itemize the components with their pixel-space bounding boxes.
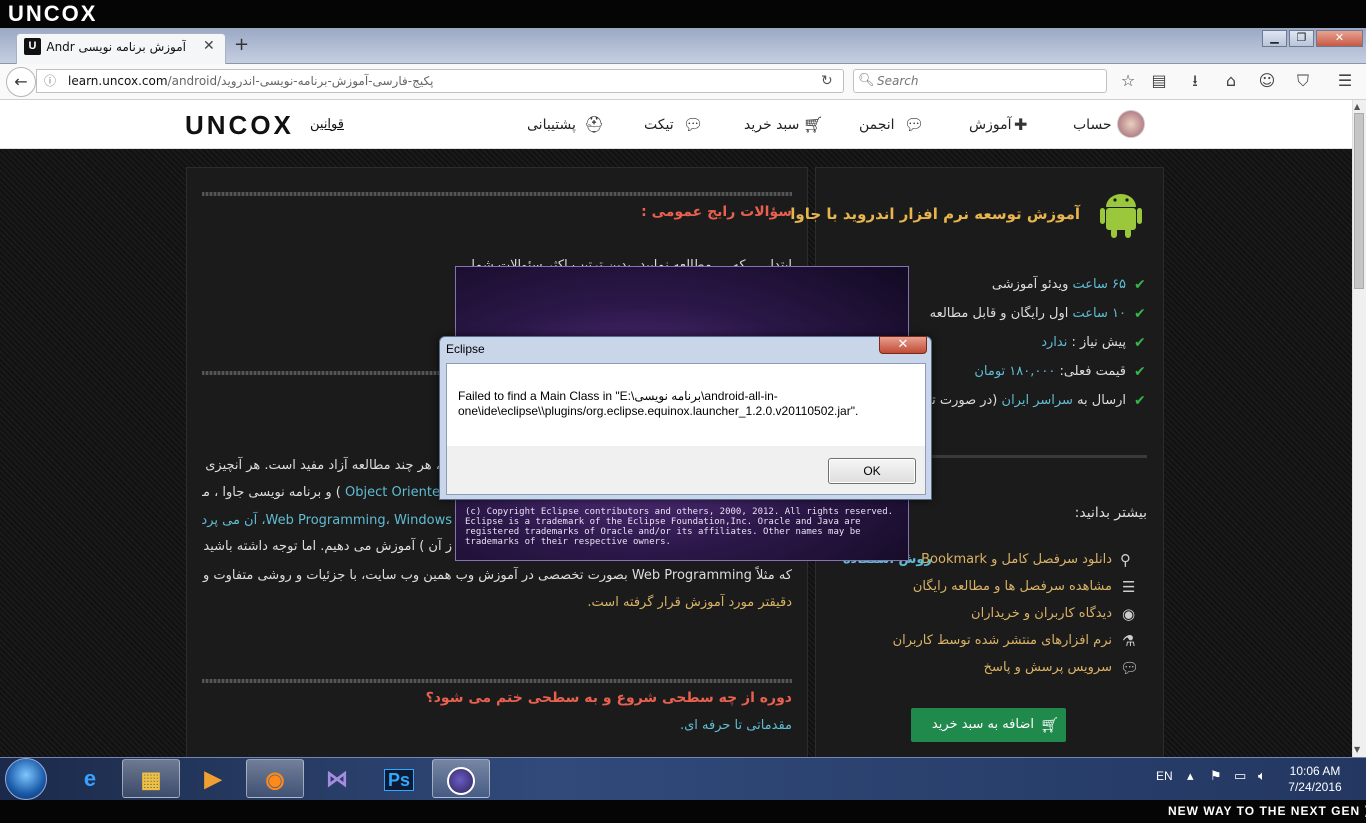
splash-copyright: (c) Copyright Eclipse contributors and o… (465, 507, 894, 547)
puzzle-icon: ✚ (1014, 115, 1028, 134)
feature-5: ارسال به سراسر ایران (در صورت تما (920, 393, 1126, 408)
faq-answer-2: مقدماتی تا حرفه ای. (679, 718, 792, 733)
volume-icon[interactable]: 🔈︎ (1258, 769, 1266, 785)
dialog-title: Eclipse (446, 342, 485, 356)
taskbar-clock[interactable]: 10:06 AM 7/24/2016 (1279, 763, 1351, 795)
rss-icon: ◉ (1122, 605, 1136, 623)
site-logo[interactable]: UNCOX (185, 110, 294, 140)
divider (202, 679, 792, 683)
windows-start-icon[interactable] (5, 758, 47, 800)
network-icon[interactable]: ▭ (1234, 769, 1246, 785)
window-close-button[interactable]: ✕ (1316, 30, 1363, 47)
feature-4: قیمت فعلی: ۱۸۰,۰۰۰ تومان (974, 364, 1126, 379)
lifebuoy-icon: ⛑ (584, 115, 605, 134)
dialog-message: Failed to find a Main Class in "E:\برنام… (458, 389, 859, 418)
check-icon: ✔ (1134, 364, 1146, 380)
avatar[interactable] (1117, 110, 1145, 138)
scroll-down-icon[interactable]: ▼ (1354, 745, 1360, 755)
language-indicator[interactable]: EN (1156, 768, 1173, 784)
nav-cart[interactable]: سبد خرید (744, 115, 799, 135)
uncox-brand-logo: UNCOX (8, 1, 98, 26)
chat-icon[interactable]: ☺ (1256, 70, 1278, 92)
dialog-close-button[interactable]: ✕ (879, 336, 927, 354)
faq-para-line-4: ز آن ) آموزش می دهیم. اما توجه داشته باش… (203, 539, 452, 554)
flask-icon: ⚗ (1122, 632, 1136, 650)
photoshop-icon[interactable]: Ps (370, 759, 428, 798)
site-info-icon[interactable]: ⓘ (44, 72, 56, 90)
faq-para-en: Object Oriente (345, 485, 440, 500)
scroll-up-icon[interactable]: ▲ (1354, 102, 1360, 112)
eclipse-icon[interactable] (432, 759, 490, 798)
feature-3: پیش نیاز : ندارد (1041, 335, 1126, 350)
faq-heading: سؤالات رایج عمومی : (641, 204, 792, 220)
new-tab-icon[interactable]: + (234, 35, 249, 55)
uncox-favicon-icon: U (24, 38, 41, 55)
action-center-flag-icon[interactable]: ⚑ (1210, 769, 1222, 785)
more-link-5[interactable]: سرویس پرسش و پاسخ (880, 658, 1112, 678)
scrollbar-thumb[interactable] (1354, 113, 1364, 289)
top-brand-strip (0, 0, 1366, 28)
faq-question-2: دوره از چه سطحی شروع و به سطحی ختم می شو… (425, 690, 792, 706)
search-icon: 🔍︎ (858, 73, 875, 88)
url-path: /android/پکیج-فارسی-آموزش-برنامه-نویسی-ا… (167, 74, 434, 88)
rules-link[interactable]: قوانین (310, 116, 344, 134)
bookmark-star-icon[interactable]: ☆ (1117, 70, 1139, 92)
window-minimize-button[interactable]: ▁ (1262, 30, 1287, 47)
add-to-cart-label: اضافه به سبد خرید (931, 717, 1034, 732)
reading-list-icon[interactable]: ▤ (1148, 70, 1170, 92)
file-explorer-icon[interactable]: ▦ (122, 759, 180, 798)
reload-icon[interactable]: ↻ (821, 71, 833, 91)
nav-forum[interactable]: انجمن (859, 115, 895, 135)
download-icon[interactable]: ⭳ (1184, 70, 1206, 92)
more-link-4[interactable]: نرم افزارهای منتشر شده توسط کاربران (880, 631, 1112, 651)
home-icon[interactable]: ⌂ (1220, 70, 1242, 92)
back-arrow-icon[interactable]: ← (6, 67, 36, 97)
divider (202, 192, 792, 196)
nav-ticket[interactable]: تیکت (644, 115, 674, 135)
media-player-icon[interactable]: ▶ (184, 759, 242, 798)
search-input[interactable] (877, 73, 1077, 90)
faq-para-line-5: که مثلاً Web Programming بصورت تخصصی در … (202, 568, 792, 583)
visual-studio-icon[interactable]: ⋈ (308, 759, 366, 798)
more-link-2[interactable]: مشاهده سرفصل ها و مطالعه رایگان (880, 577, 1112, 597)
check-icon: ✔ (1134, 335, 1146, 351)
internet-explorer-icon[interactable]: e (61, 759, 119, 798)
menu-icon[interactable]: ☰ (1334, 70, 1356, 92)
faq-para-line-3: Web Programming، Windows، آن می پردازیم (202, 513, 452, 528)
url-text[interactable]: learn.uncox.com/android/پکیج-فارسی-آموزش… (68, 73, 433, 90)
tab-close-icon[interactable]: ✕ (203, 37, 215, 55)
check-icon: ✔ (1134, 277, 1146, 293)
faq-para-line-6: دقیقتر مورد آموزش قرار گرفته است. (587, 595, 792, 610)
more-link-1[interactable]: دانلود سرفصل کامل و Bookmark (921, 550, 1112, 570)
tray-expand-icon[interactable]: ▴ (1187, 769, 1194, 785)
faq-para-line-2: Object Oriente ) و برنامه نویسی جاوا ، م… (202, 485, 440, 500)
nav-support[interactable]: پشتیبانی (527, 115, 576, 135)
course-title: آموزش توسعه نرم افزار اندروید با جاوا (790, 205, 1080, 223)
more-link-3[interactable]: دیدگاه کاربران و خریداران (880, 604, 1112, 624)
nav-account[interactable]: حساب (1073, 115, 1112, 135)
android-logo-icon (1100, 190, 1146, 238)
url-host: learn.uncox.com (68, 74, 168, 88)
feature-1: ۶۵ ساعت ویدئو آموزشی (991, 277, 1126, 292)
nav-tutorials[interactable]: آموزش (969, 115, 1011, 135)
chat-icon: 💬︎ (683, 115, 704, 134)
window-maximize-button[interactable]: ❐ (1289, 30, 1314, 47)
bottom-brand-strip (0, 800, 1366, 823)
faq-para-line-1: ، هر چند مطالعه آزاد مفید است. هر آنچیزی (205, 458, 440, 473)
more-heading: بیشتر بدانید: (1074, 505, 1147, 521)
chat-icon: 💬︎ (904, 115, 925, 134)
search-icon: ⚲ (1120, 551, 1131, 569)
chat-icon: 💬︎ (1120, 659, 1140, 677)
check-icon: ✔ (1134, 393, 1146, 409)
brand-tagline: NEW WAY TO THE NEXT GEN ⟩ (1168, 804, 1366, 818)
cart-icon: 🛒︎ (1040, 716, 1060, 734)
firefox-icon[interactable]: ◉ (246, 759, 304, 798)
feature-2: ۱۰ ساعت اول رایگان و قابل مطالعه (929, 306, 1126, 321)
pocket-icon[interactable]: ⛉ (1292, 70, 1314, 92)
ok-button[interactable]: OK (828, 458, 916, 484)
list-icon: ☰ (1122, 578, 1136, 596)
check-icon: ✔ (1134, 306, 1146, 322)
tab-title: آموزش برنامه نویسی Andr... (46, 40, 186, 54)
cart-icon: 🛒︎ (803, 115, 824, 134)
